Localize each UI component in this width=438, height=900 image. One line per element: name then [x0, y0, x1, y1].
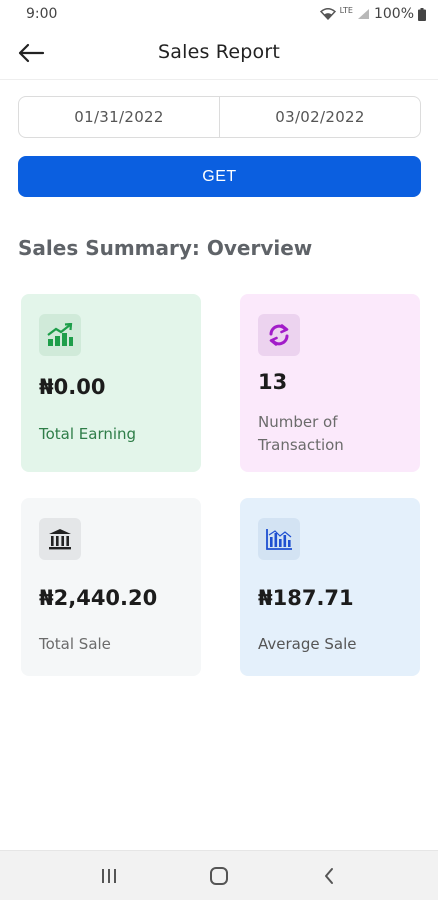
- total-earning-card: ₦0.00 Total Earning: [21, 294, 201, 472]
- back-icon: [325, 867, 333, 884]
- recent-apps-button[interactable]: [89, 856, 129, 896]
- transaction-count-value: 13: [258, 370, 288, 394]
- back-nav-button[interactable]: [309, 856, 349, 896]
- wifi-icon: [319, 8, 336, 20]
- battery-percent: 100%: [373, 6, 414, 22]
- network-type: LTE: [339, 5, 353, 15]
- battery-icon: [418, 7, 426, 21]
- section-title: Sales Summary: Overview: [18, 236, 313, 260]
- status-bar: 9:00 LTE 100%: [0, 0, 438, 28]
- home-icon: [210, 866, 228, 885]
- app-bar: Sales Report: [0, 28, 438, 80]
- total-sale-value: ₦2,440.20: [39, 586, 158, 610]
- average-sale-card: ₦187.71 Average Sale: [240, 498, 420, 676]
- growth-chart-icon: [39, 314, 81, 356]
- status-time: 9:00: [26, 6, 58, 22]
- bar-chart-icon: [258, 518, 300, 560]
- average-sale-value: ₦187.71: [258, 586, 354, 610]
- transaction-count-label: Number of Transaction: [258, 413, 344, 454]
- bank-icon: [39, 518, 81, 560]
- status-icons: LTE 100%: [319, 5, 426, 22]
- transaction-count-card: 13 Number of Transaction: [240, 294, 420, 472]
- home-button[interactable]: [199, 856, 239, 896]
- total-sale-label: Total Sale: [39, 635, 111, 653]
- refresh-cycle-icon: [258, 314, 300, 356]
- average-sale-label: Average Sale: [258, 635, 357, 653]
- total-sale-card: ₦2,440.20 Total Sale: [21, 498, 201, 676]
- end-date-field[interactable]: 03/02/2022: [219, 97, 420, 137]
- total-earning-label: Total Earning: [39, 425, 137, 443]
- page-title: Sales Report: [158, 41, 280, 63]
- start-date-field[interactable]: 01/31/2022: [19, 97, 219, 137]
- recent-apps-icon: [102, 868, 116, 883]
- total-earning-value: ₦0.00: [39, 375, 106, 399]
- signal-icon: [357, 9, 369, 19]
- system-nav-bar: [0, 850, 438, 900]
- get-button[interactable]: GET: [18, 156, 421, 197]
- date-range-picker: 01/31/2022 03/02/2022: [18, 96, 421, 138]
